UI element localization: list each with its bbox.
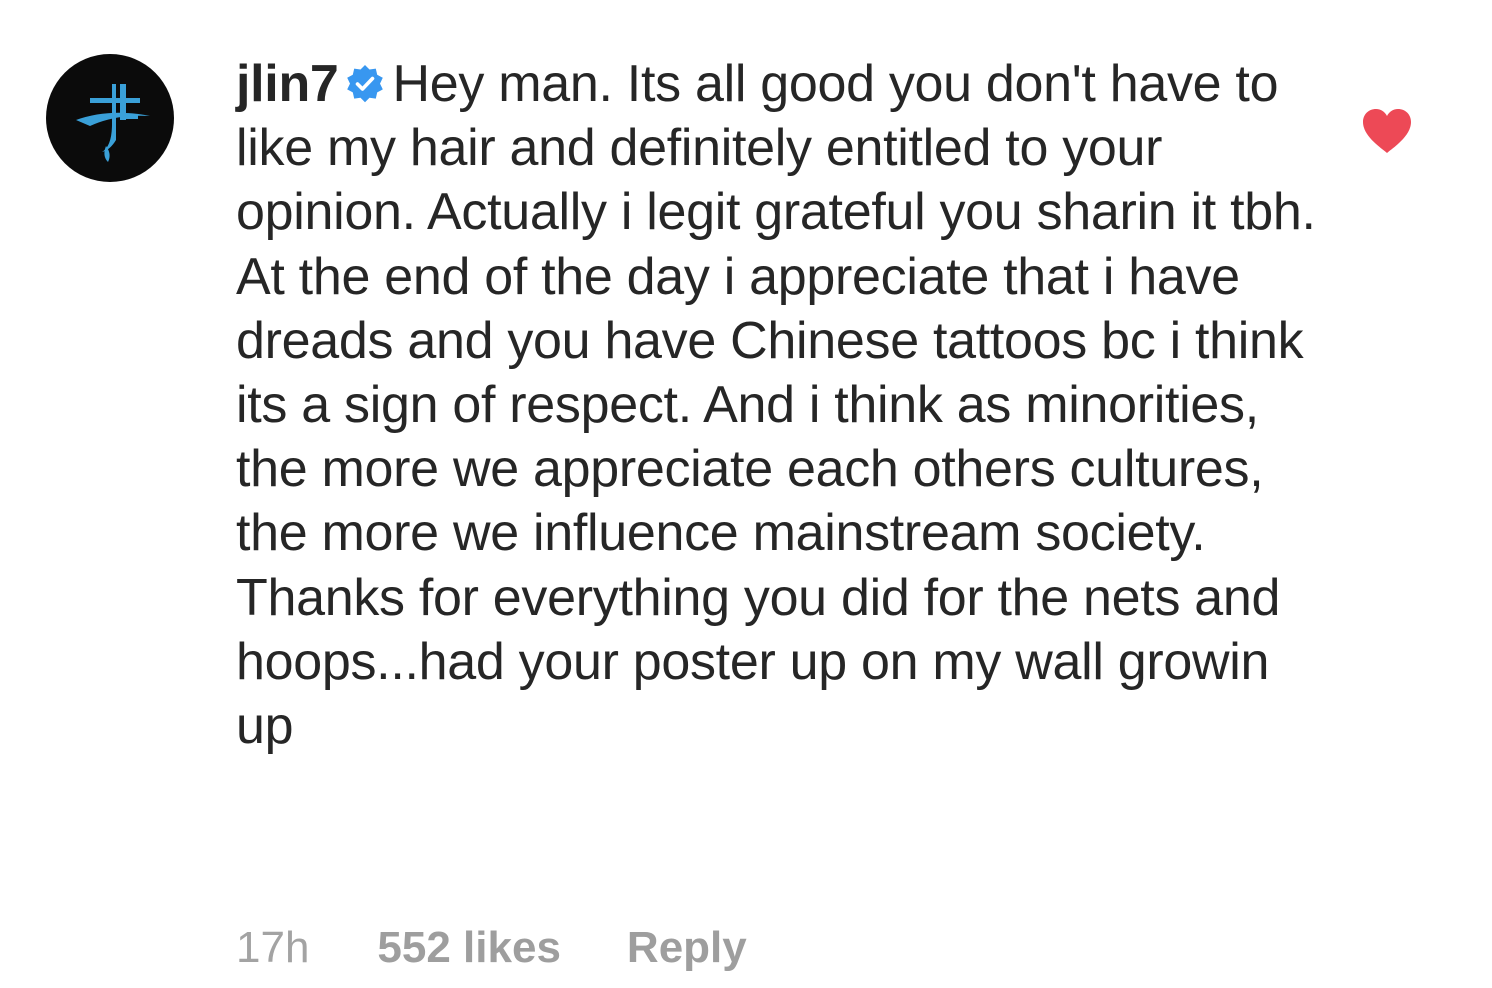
timestamp: 17h	[236, 923, 310, 972]
jl-logo-icon	[76, 84, 150, 162]
comment-text: Hey man. Its all good you don't have to …	[236, 55, 1316, 756]
heart-filled-icon	[1363, 109, 1411, 153]
likes-count[interactable]: 552 likes	[377, 923, 561, 972]
comment-item: jlin7 Hey man. Its all good you don't hav…	[0, 0, 1492, 988]
comment-body: jlin7 Hey man. Its all good you don't hav…	[236, 52, 1316, 758]
username-link[interactable]: jlin7	[236, 55, 339, 113]
reply-button[interactable]: Reply	[627, 923, 747, 972]
comment-meta: 17h 552 likes Reply	[236, 920, 813, 976]
avatar[interactable]	[46, 54, 174, 182]
like-button[interactable]	[1360, 106, 1414, 156]
verified-badge-icon	[345, 64, 385, 104]
